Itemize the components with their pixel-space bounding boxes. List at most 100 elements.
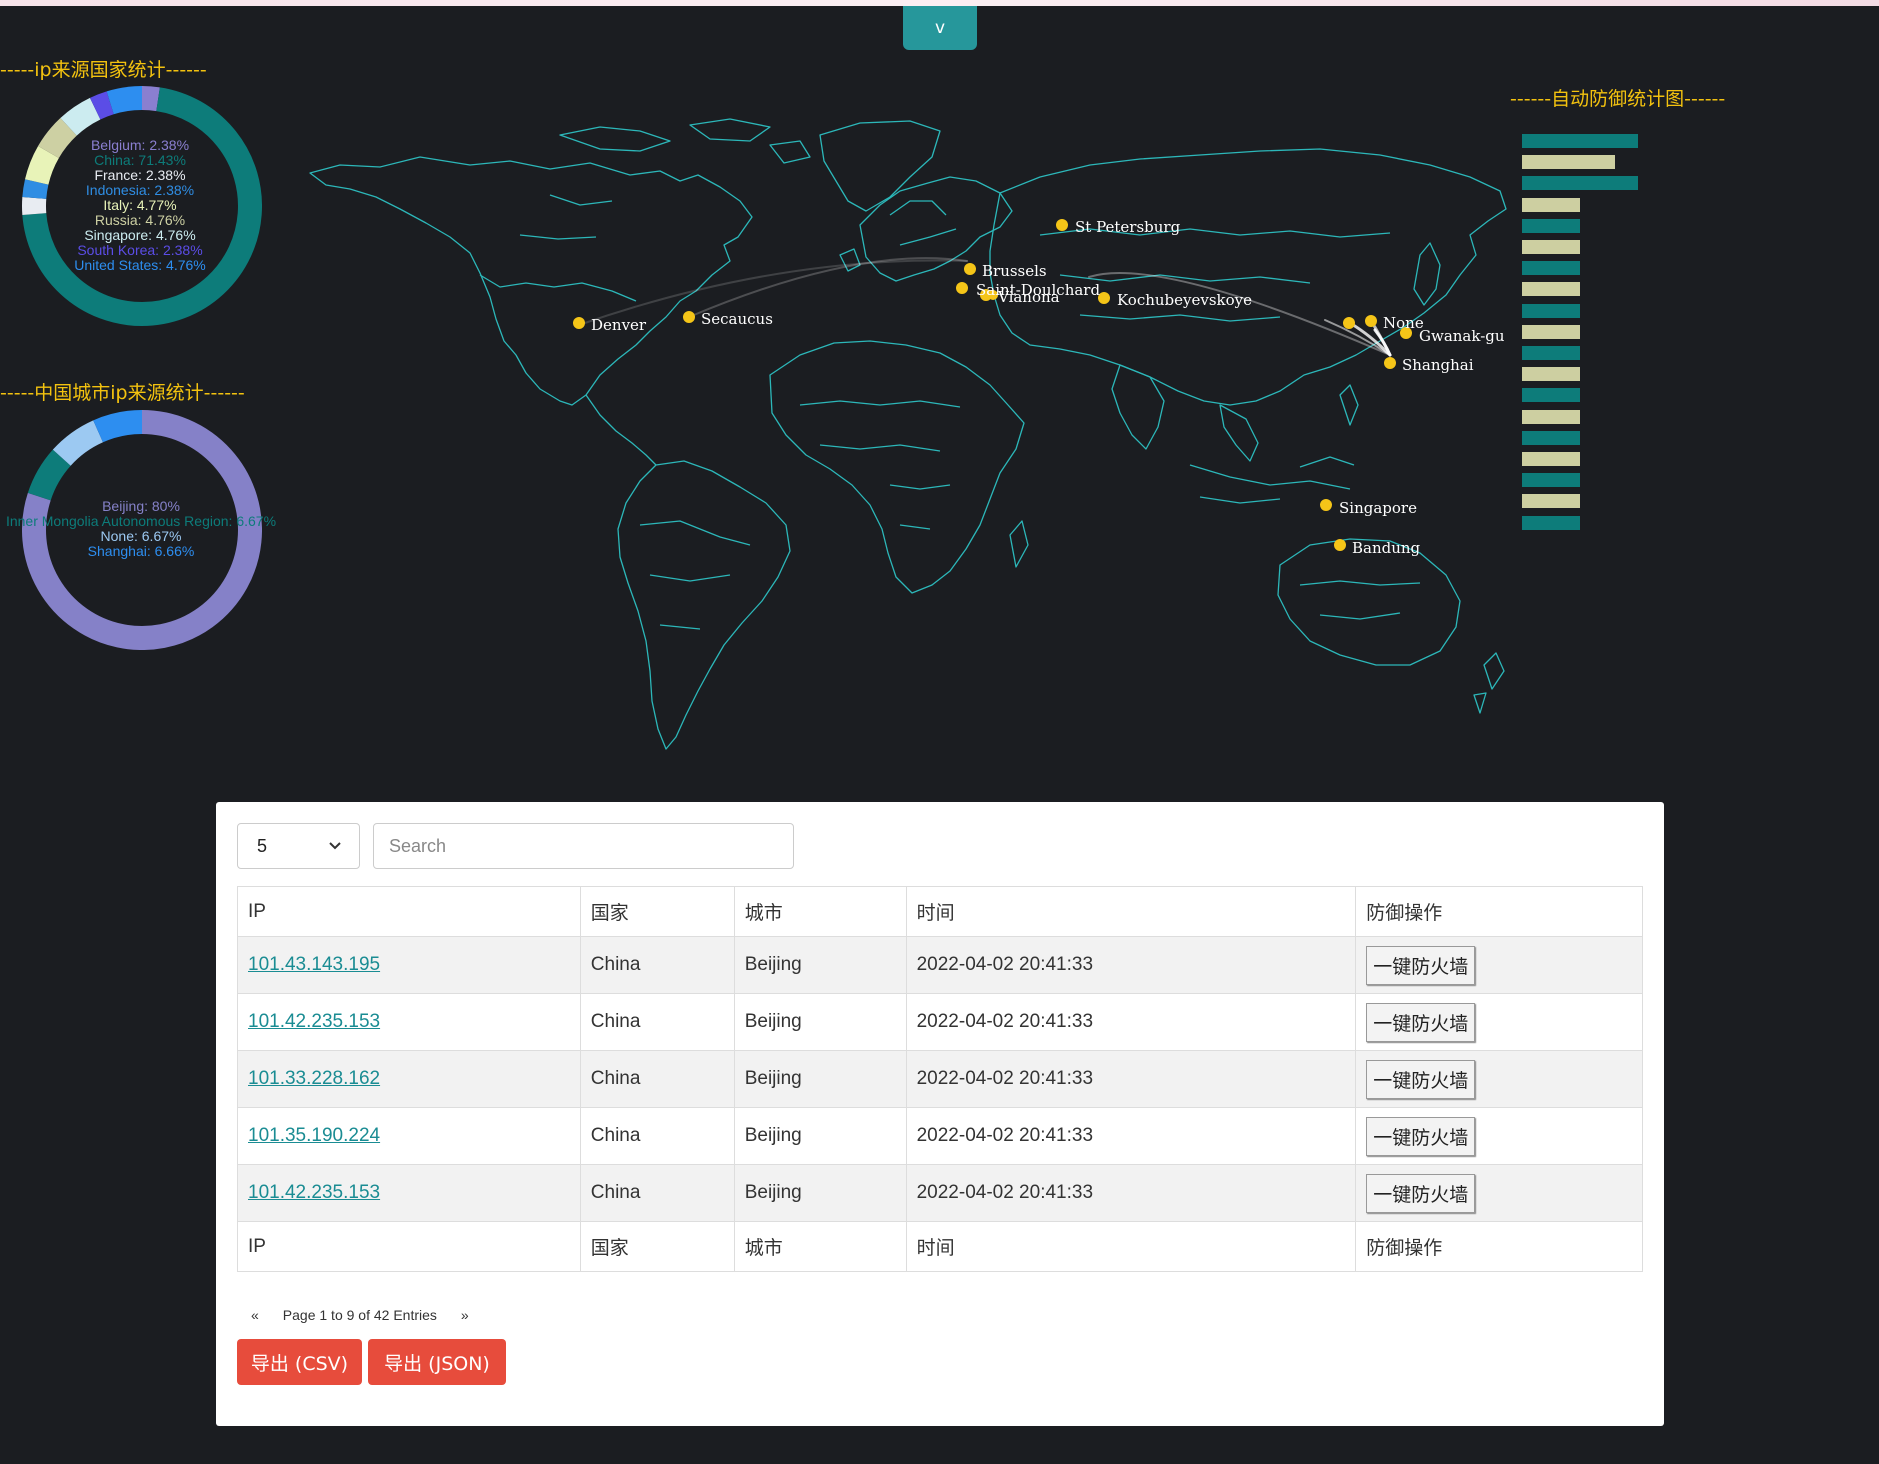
donut-slice[interactable] — [52, 420, 104, 467]
donut-slice-label: France: 2.38% — [94, 167, 186, 183]
footer-ip: IP — [237, 1221, 581, 1272]
city-labels: St Petersburg Brussels Saint-Doulchard V… — [591, 218, 1505, 557]
ip-table-panel: 5 IP 国家 城市 时间 防御操作 101.43.143.195 China … — [216, 802, 1664, 1426]
table-row: 101.43.143.195 China Beijing 2022-04-02 … — [237, 936, 1643, 994]
defense-bar — [1522, 282, 1580, 297]
defense-bar — [1522, 155, 1615, 170]
city-label: St Petersburg — [1075, 218, 1181, 236]
city-cell: Beijing — [733, 1050, 907, 1108]
search-input[interactable] — [373, 823, 794, 869]
world-map: St Petersburg Brussels Saint-Doulchard V… — [309, 118, 1507, 750]
export-json-button[interactable]: 导出 (JSON) — [368, 1339, 506, 1385]
firewall-button[interactable]: 一键防火墙 — [1366, 1116, 1476, 1156]
defense-bar — [1522, 367, 1580, 382]
footer-action: 防御操作 — [1355, 1221, 1643, 1272]
donut-slice-label: Beijing: 80% — [102, 498, 180, 514]
donut-slice-label: China: 71.43% — [94, 152, 186, 168]
pagination: « Page 1 to 9 of 42 Entries » — [251, 1307, 469, 1323]
donut-slice[interactable] — [89, 91, 114, 120]
time-cell: 2022-04-02 20:41:33 — [905, 1164, 1357, 1222]
page-info: Page 1 to 9 of 42 Entries — [282, 1307, 437, 1323]
city-label: Brussels — [982, 262, 1047, 280]
time-cell: 2022-04-02 20:41:33 — [905, 936, 1357, 994]
firewall-button[interactable]: 一键防火墙 — [1366, 1002, 1476, 1042]
donut-slice[interactable] — [93, 410, 143, 443]
country-cell: China — [579, 993, 735, 1051]
defense-bar — [1522, 176, 1638, 191]
city-label: Secaucus — [701, 310, 773, 328]
firewall-button[interactable]: 一键防火墙 — [1366, 945, 1476, 985]
defense-bar-chart — [1522, 134, 1642, 534]
header-city[interactable]: 城市 — [733, 886, 907, 937]
donut-slice-label: Singapore: 4.76% — [84, 227, 196, 243]
donut-slice-label: Inner Mongolia Autonomous Region: 6.67% — [5, 513, 277, 529]
footer-country: 国家 — [579, 1221, 735, 1272]
table-row: 101.35.190.224 China Beijing 2022-04-02 … — [237, 1107, 1643, 1165]
defense-stats-title: ------自动防御统计图------ — [1510, 88, 1726, 110]
defense-bar — [1522, 303, 1580, 318]
country-cell: China — [579, 936, 735, 994]
city-cell: Beijing — [733, 936, 907, 994]
donut-slice[interactable] — [27, 449, 71, 501]
ip-link[interactable]: 101.42.235.153 — [248, 1011, 380, 1032]
defense-bar — [1522, 409, 1580, 424]
ip-link[interactable]: 101.43.143.195 — [248, 954, 380, 975]
ip-link[interactable]: 101.42.235.153 — [248, 1182, 380, 1203]
donut-slice-label: Belgium: 2.38% — [90, 137, 190, 153]
defense-bar — [1522, 197, 1580, 212]
defense-bar — [1522, 240, 1580, 254]
page-size-value: 5 — [257, 835, 268, 856]
firewall-button[interactable]: 一键防火墙 — [1366, 1173, 1476, 1213]
donut-slice[interactable] — [60, 97, 101, 136]
header-action[interactable]: 防御操作 — [1355, 886, 1643, 937]
page-size-select[interactable]: 5 — [237, 823, 360, 869]
table-row: 101.33.228.162 China Beijing 2022-04-02 … — [237, 1050, 1643, 1108]
donut-slice-label: None: 6.67% — [100, 528, 182, 544]
defense-bar — [1522, 494, 1580, 509]
world-map-outlines — [309, 118, 1507, 750]
city-stats-title: -----中国城市ip来源统计------ — [0, 382, 245, 404]
city-label: Gwanak-gu — [1419, 327, 1505, 345]
collapse-toggle-button[interactable]: v — [903, 6, 977, 50]
donut-slice[interactable] — [106, 86, 143, 115]
donut-slice-label: United States: 4.76% — [74, 257, 206, 273]
footer-time: 时间 — [905, 1221, 1357, 1272]
country-cell: China — [579, 1107, 735, 1165]
table-row: 101.42.235.153 China Beijing 2022-04-02 … — [237, 1164, 1643, 1222]
city-cell: Beijing — [733, 1107, 907, 1165]
city-label: Singapore — [1339, 499, 1417, 517]
country-cell: China — [579, 1164, 735, 1222]
export-csv-button[interactable]: 导出 (CSV) — [237, 1339, 362, 1385]
city-label: Vianona — [997, 288, 1060, 306]
ip-link[interactable]: 101.35.190.224 — [248, 1125, 380, 1146]
defense-bar — [1522, 452, 1580, 466]
country-donut-labels: Belgium: 2.38% China: 71.43% France: 2.38%… — [30, 138, 250, 273]
defense-bar — [1522, 515, 1580, 530]
time-cell: 2022-04-02 20:41:33 — [905, 1107, 1357, 1165]
defense-bar — [1522, 218, 1580, 233]
city-donut-labels: Beijing: 80% Inner Mongolia Autonomous Re… — [0, 499, 282, 559]
city-label: Bandung — [1352, 539, 1421, 557]
next-page-button[interactable]: » — [461, 1307, 469, 1323]
donut-slice-label: South Korea: 2.38% — [77, 242, 203, 258]
table-row: 101.42.235.153 China Beijing 2022-04-02 … — [237, 993, 1643, 1051]
defense-bar — [1522, 134, 1638, 148]
city-label: Kochubeyevskoye — [1117, 291, 1252, 309]
firewall-button[interactable]: 一键防火墙 — [1366, 1059, 1476, 1099]
donut-slice[interactable] — [141, 86, 160, 112]
table-footer-row: IP 国家 城市 时间 防御操作 — [237, 1221, 1643, 1272]
city-cell: Beijing — [733, 1164, 907, 1222]
ip-link[interactable]: 101.33.228.162 — [248, 1068, 380, 1089]
footer-city: 城市 — [733, 1221, 907, 1272]
donut-slice-label: Italy: 4.77% — [103, 197, 177, 213]
time-cell: 2022-04-02 20:41:33 — [905, 993, 1357, 1051]
chevron-down-icon — [329, 842, 341, 850]
header-ip[interactable]: IP — [237, 886, 581, 937]
city-label: Denver — [591, 316, 647, 334]
prev-page-button[interactable]: « — [251, 1307, 259, 1323]
donut-slice-label: Indonesia: 2.38% — [85, 182, 195, 198]
city-label: Shanghai — [1402, 356, 1474, 374]
header-time[interactable]: 时间 — [905, 886, 1357, 937]
table-header-row: IP 国家 城市 时间 防御操作 — [237, 886, 1643, 937]
header-country[interactable]: 国家 — [579, 886, 735, 937]
